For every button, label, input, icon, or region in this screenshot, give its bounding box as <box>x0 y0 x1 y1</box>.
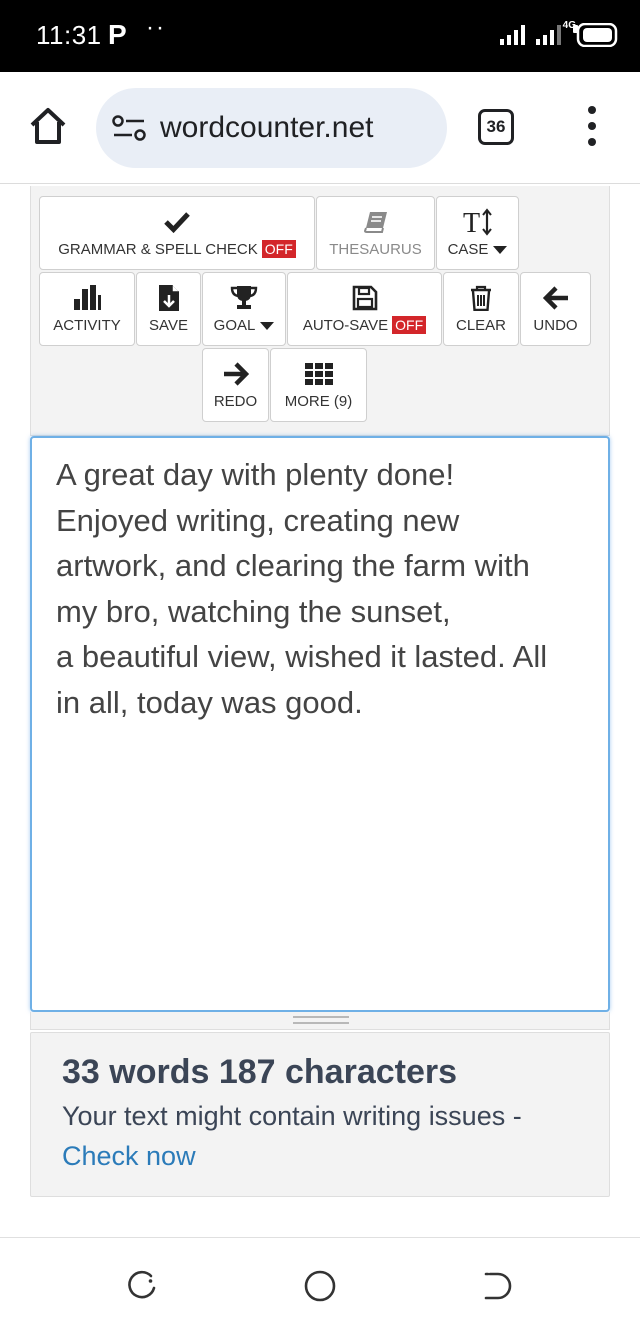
redo-label: REDO <box>213 393 258 410</box>
floppy-disk-icon <box>288 283 441 313</box>
text-editor[interactable]: A great day with plenty done! Enjoyed wr… <box>30 436 610 1012</box>
more-label: MORE (9) <box>284 393 353 410</box>
status-time: 11:31 <box>36 20 102 50</box>
trophy-icon <box>203 283 285 313</box>
status-icons <box>500 18 618 52</box>
home-button[interactable] <box>28 106 68 146</box>
recent-apps-icon[interactable] <box>124 1268 160 1304</box>
resize-grip-icon <box>293 1016 349 1024</box>
signal-icon <box>500 25 525 45</box>
goal-label: GOAL <box>213 317 256 334</box>
editor-line: artwork, and clearing the farm with <box>56 548 530 584</box>
check-icon <box>40 207 314 237</box>
caret-down-icon <box>260 321 275 330</box>
save-button[interactable]: SAVE <box>136 272 201 346</box>
grammar-label: GRAMMAR & SPELL CHECK <box>58 240 258 258</box>
goal-button[interactable]: GOAL <box>202 272 286 346</box>
thesaurus-button[interactable]: THESAURUS <box>316 196 435 270</box>
arrow-right-icon <box>203 359 268 389</box>
case-label: CASE <box>447 241 489 258</box>
editor-line: A great day with plenty done! <box>56 457 455 492</box>
bar-chart-icon <box>40 283 134 313</box>
check-now-link[interactable]: Check now <box>62 1141 196 1172</box>
grid-icon <box>271 359 366 389</box>
clear-button[interactable]: CLEAR <box>443 272 519 346</box>
auto-save-label: AUTO-SAVE <box>302 316 389 334</box>
clear-label: CLEAR <box>455 317 507 334</box>
activity-label: ACTIVITY <box>53 317 121 334</box>
redo-button[interactable]: REDO <box>202 348 269 422</box>
caret-down-icon <box>493 245 508 254</box>
grammar-off-badge: OFF <box>261 240 296 258</box>
case-button[interactable]: T CASE <box>436 196 519 270</box>
auto-save-button[interactable]: AUTO-SAVE OFF <box>287 272 442 346</box>
address-bar[interactable]: wordcounter.net <box>96 88 447 168</box>
editor-content[interactable]: A great day with plenty done! Enjoyed wr… <box>56 452 586 726</box>
editor-line: Enjoyed writing, creating new <box>56 502 460 538</box>
battery-icon <box>573 23 618 47</box>
tab-switcher-button[interactable]: 36 <box>478 109 514 145</box>
more-button[interactable]: MORE (9) <box>270 348 367 422</box>
home-nav-icon[interactable] <box>302 1268 338 1304</box>
auto-save-off-badge: OFF <box>392 316 427 334</box>
editor-line: in all, today was good. <box>56 684 363 720</box>
more-vert-icon[interactable] <box>580 106 604 146</box>
stats-panel: 33 words 187 characters Your text might … <box>30 1032 610 1197</box>
editor-line: my bro, watching the sunset, <box>56 593 451 629</box>
back-icon[interactable] <box>478 1268 514 1304</box>
book-icon <box>317 207 434 237</box>
home-icon <box>30 108 66 144</box>
trash-icon <box>444 283 518 313</box>
editor-resize-handle[interactable] <box>30 1012 610 1030</box>
arrow-left-icon <box>521 283 590 313</box>
signal-4g-icon <box>536 25 561 45</box>
browser-toolbar: wordcounter.net 36 <box>0 72 640 184</box>
undo-button[interactable]: UNDO <box>520 272 591 346</box>
undo-label: UNDO <box>533 317 578 334</box>
editor-line: a beautiful view, wished it lasted. All <box>56 639 548 675</box>
file-download-icon <box>137 283 200 313</box>
text-case-icon: T <box>437 207 518 237</box>
editor-toolbar: GRAMMAR & SPELL CHECK OFF THESAURUS T CA… <box>30 186 610 436</box>
status-bar: 11:31 P ·· 4G <box>0 0 640 72</box>
thesaurus-label: THESAURUS <box>329 241 422 258</box>
site-settings-icon[interactable] <box>112 115 146 141</box>
word-character-count: 33 words 187 characters <box>62 1053 458 1091</box>
save-label: SAVE <box>149 317 188 334</box>
activity-button[interactable]: ACTIVITY <box>39 272 135 346</box>
more-notifications-dots: ·· <box>146 14 166 41</box>
svg-text:T: T <box>463 208 480 236</box>
system-navigation-bar <box>0 1237 640 1333</box>
url-text: wordcounter.net <box>160 111 374 144</box>
writing-issues-message: Your text might contain writing issues - <box>62 1101 522 1131</box>
notification-app-icon: P <box>108 19 127 50</box>
grammar-spell-check-button[interactable]: GRAMMAR & SPELL CHECK OFF <box>39 196 315 270</box>
